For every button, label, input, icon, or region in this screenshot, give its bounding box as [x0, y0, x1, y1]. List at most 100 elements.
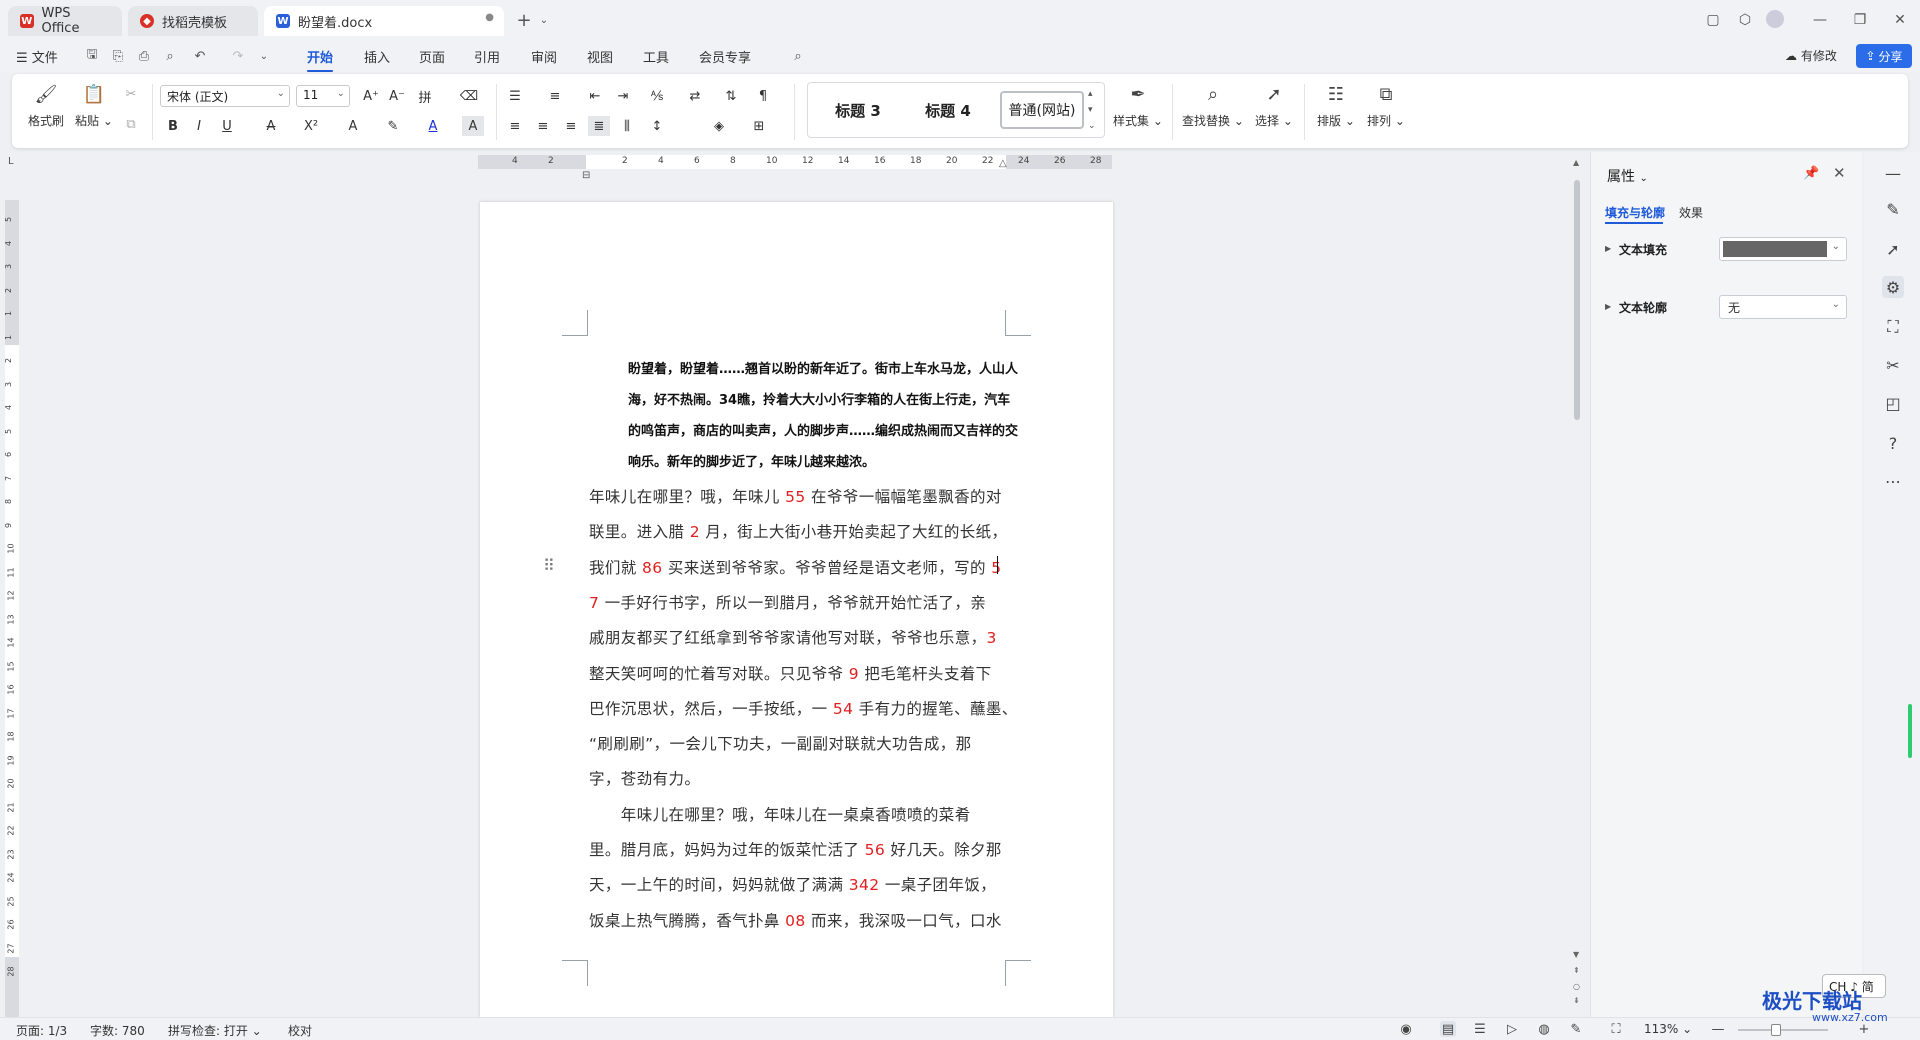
layout-button[interactable]: ☷ 排版 ⌄	[1312, 82, 1360, 138]
browse-object-icon[interactable]: ○	[1573, 982, 1580, 991]
tab-wps-office[interactable]: W WPS Office	[8, 6, 122, 36]
borders-icon[interactable]: ⊞	[748, 116, 770, 136]
more-icon[interactable]: ⋯	[1882, 470, 1904, 492]
bullets-icon[interactable]: ☰	[504, 86, 526, 106]
style-heading-4[interactable]: 标题 4	[908, 91, 988, 129]
tools-icon[interactable]: ✂	[1882, 354, 1904, 376]
zoom-slider[interactable]	[1738, 1029, 1828, 1031]
clear-format-icon[interactable]: ⌫	[458, 86, 480, 106]
restore-icon[interactable]: ❐	[1850, 10, 1870, 30]
text-effect-icon[interactable]: A	[342, 116, 364, 136]
layout-icon[interactable]: ▢	[1703, 10, 1723, 30]
tab-effects[interactable]: 效果	[1679, 204, 1703, 221]
expand-icon[interactable]: ⌄	[1088, 121, 1096, 131]
new-tab-button[interactable]: +	[514, 10, 534, 31]
underline-icon[interactable]: U	[216, 116, 238, 136]
show-marks-icon[interactable]: ¶	[752, 86, 774, 106]
undo-icon[interactable]: ↶	[192, 48, 208, 64]
word-count[interactable]: 字数: 780	[90, 1022, 145, 1039]
outline-view-icon[interactable]: ☰	[1472, 1021, 1488, 1037]
close-panel-icon[interactable]: ✕	[1833, 164, 1846, 182]
font-color-icon[interactable]: A	[422, 116, 444, 136]
image-edit-icon[interactable]: ⛶	[1882, 316, 1904, 338]
tab-home[interactable]: 开始	[307, 47, 334, 72]
minimize-icon[interactable]: —	[1810, 10, 1830, 30]
increase-indent-icon[interactable]: ⇥	[612, 86, 634, 106]
proofread-button[interactable]: 校对	[288, 1022, 312, 1039]
panel-title[interactable]: 属性 ⌄	[1607, 166, 1648, 186]
text-direction-icon[interactable]: ⇄	[684, 86, 706, 106]
help-icon[interactable]: ?	[1882, 432, 1904, 454]
eye-icon[interactable]: ◉	[1398, 1021, 1414, 1037]
italic-icon[interactable]: I	[188, 116, 210, 136]
tab-page[interactable]: 页面	[419, 47, 445, 66]
chevron-up-icon[interactable]: ▴	[1088, 89, 1093, 99]
search-icon[interactable]: ⌕	[790, 48, 806, 64]
chinese-layout-icon[interactable]: ⅍	[646, 86, 668, 106]
select-cursor-icon[interactable]: ➚	[1882, 238, 1904, 260]
find-replace-button[interactable]: ⌕ 查找替换 ⌄	[1180, 82, 1246, 138]
close-window-icon[interactable]: ✕	[1890, 10, 1910, 30]
zoom-level[interactable]: 113% ⌄	[1644, 1022, 1692, 1036]
tab-docer-templates[interactable]: ◆ 找稻壳模板	[128, 6, 258, 36]
copy-icon[interactable]: ⧉	[120, 114, 142, 134]
redo-icon[interactable]: ↷	[230, 48, 246, 64]
unsaved-dot-icon[interactable]: ●	[485, 12, 494, 23]
fit-page-icon[interactable]: ⛶	[1608, 1021, 1624, 1037]
print-icon[interactable]: ⎙	[136, 48, 152, 64]
align-left-icon[interactable]: ≡	[504, 116, 526, 136]
next-page-icon[interactable]: ⇟	[1573, 996, 1580, 1005]
expand-triangle-icon[interactable]: ▶	[1605, 244, 1611, 253]
page-indicator[interactable]: 页面: 1/3	[16, 1022, 67, 1039]
tab-fill-outline[interactable]: 填充与轮廓	[1605, 204, 1665, 221]
paste-button[interactable]: 📋 粘贴 ⌄	[70, 82, 118, 138]
tab-tools[interactable]: 工具	[643, 47, 669, 66]
left-indent-marker-icon[interactable]: ⊟	[582, 170, 590, 181]
align-right-icon[interactable]: ≡	[560, 116, 582, 136]
properties-icon[interactable]: ⚙	[1882, 276, 1904, 298]
modified-status[interactable]: ☁ 有修改	[1785, 47, 1837, 64]
text-outline-select[interactable]: 无 ⌄	[1719, 295, 1847, 319]
print-preview-icon[interactable]: ⌕	[162, 48, 178, 64]
decrease-indent-icon[interactable]: ⇤	[584, 86, 606, 106]
chevron-down-icon[interactable]: ▾	[1088, 105, 1093, 115]
text-fill-select[interactable]: ⌄	[1719, 237, 1847, 261]
tab-review[interactable]: 审阅	[531, 47, 557, 66]
tab-stop-icon[interactable]: L	[8, 156, 14, 167]
select-button[interactable]: ➚ 选择 ⌄	[1250, 82, 1298, 138]
web-view-icon[interactable]: ◍	[1536, 1021, 1552, 1037]
line-spacing-icon[interactable]: ↕	[646, 116, 668, 136]
pen-mode-icon[interactable]: ✎	[1568, 1021, 1584, 1037]
cut-icon[interactable]: ✂	[120, 84, 142, 104]
superscript-icon[interactable]: X²	[300, 116, 322, 136]
font-size-select[interactable]: 11 ⌄	[296, 85, 350, 107]
shading-icon[interactable]: ◈	[708, 116, 730, 136]
font-name-select[interactable]: 宋体 (正文) ⌄	[160, 85, 290, 107]
page-view-icon[interactable]: ▤	[1440, 1021, 1456, 1037]
format-painter-button[interactable]: 🖌 格式刷	[22, 82, 70, 138]
style-heading-3[interactable]: 标题 3	[818, 91, 898, 129]
play-icon[interactable]: ▷	[1504, 1021, 1520, 1037]
shapes-icon[interactable]: ◰	[1882, 392, 1904, 414]
tab-list-chevron-icon[interactable]: ⌄	[534, 10, 554, 30]
pen-icon[interactable]: ✎	[1882, 198, 1904, 220]
tab-references[interactable]: 引用	[474, 47, 500, 66]
tab-document[interactable]: W 盼望着.docx ●	[264, 6, 504, 36]
zoom-out-icon[interactable]: —	[1710, 1021, 1726, 1037]
bold-icon[interactable]: B	[162, 116, 184, 136]
grow-font-icon[interactable]: A⁺	[360, 86, 382, 106]
strikethrough-icon[interactable]: A	[260, 116, 282, 136]
arrange-button[interactable]: ⧉ 排列 ⌄	[1362, 82, 1410, 138]
avatar[interactable]	[1766, 10, 1784, 28]
shrink-font-icon[interactable]: A⁻	[386, 86, 408, 106]
zoom-slider-thumb[interactable]	[1770, 1024, 1781, 1036]
align-center-icon[interactable]: ≡	[532, 116, 554, 136]
tab-member[interactable]: 会员专享	[699, 47, 751, 66]
phonetic-guide-icon[interactable]: 拼	[414, 86, 436, 106]
pin-icon[interactable]: 📌	[1803, 166, 1819, 181]
share-button[interactable]: ⇪ 分享	[1856, 44, 1912, 68]
numbering-icon[interactable]: ≡	[544, 86, 566, 106]
sort-icon[interactable]: ⇅	[720, 86, 742, 106]
tab-view[interactable]: 视图	[587, 47, 613, 66]
justify-icon[interactable]: ≣	[588, 116, 610, 136]
